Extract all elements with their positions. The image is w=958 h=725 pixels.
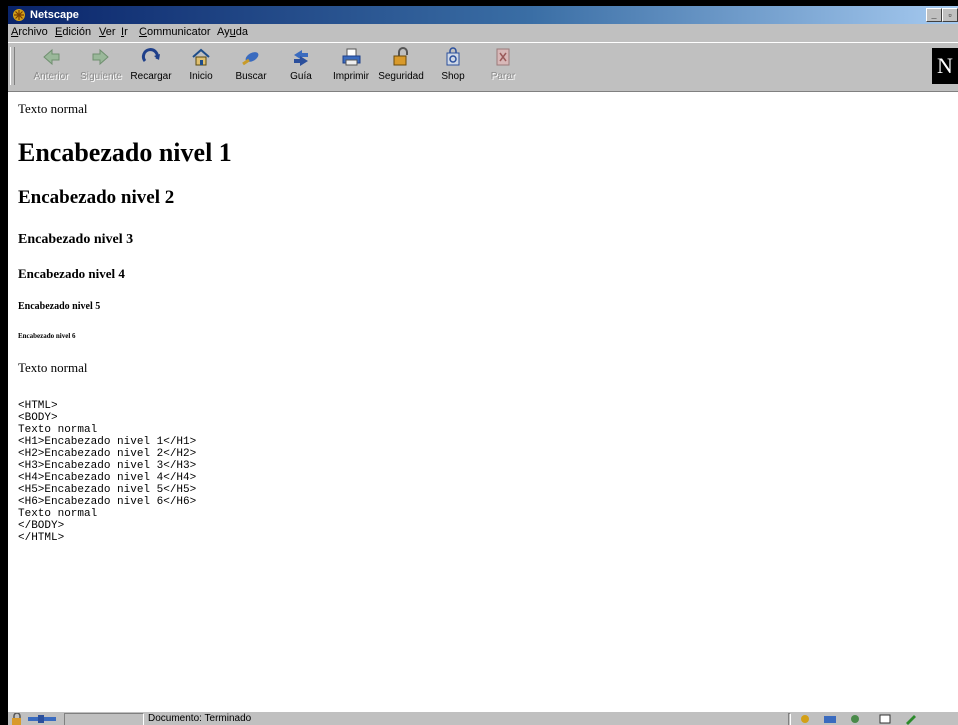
menu-edicion[interactable]: Edición — [55, 26, 91, 39]
heading-level-5: Encabezado nivel 5 — [18, 301, 101, 312]
menu-communicator[interactable]: Communicator — [139, 26, 211, 39]
home-button[interactable]: Inicio — [176, 47, 226, 87]
window-title: Netscape — [30, 9, 79, 21]
security-button[interactable]: Seguridad — [376, 47, 426, 87]
lock-icon — [393, 47, 408, 66]
back-arrow-icon — [43, 48, 60, 66]
navigator-icon[interactable] — [798, 713, 812, 725]
reload-button[interactable]: Recargar — [126, 47, 176, 87]
printer-icon — [342, 48, 361, 66]
page-content: Texto normal Encabezado nivel 1 Encabeza… — [8, 91, 958, 712]
home-icon — [192, 48, 210, 66]
back-label: Anterior — [33, 71, 69, 82]
home-label: Inicio — [189, 71, 213, 82]
menu-archivo[interactable]: Archivo — [11, 26, 48, 39]
status-bar: Documento: Terminado — [8, 711, 958, 725]
heading-level-4: Encabezado nivel 4 — [18, 266, 125, 281]
shop-button[interactable]: Shop — [428, 47, 478, 87]
forward-arrow-icon — [92, 48, 109, 66]
status-divider — [788, 713, 791, 725]
netscape-icon — [13, 9, 25, 21]
normal-text-bottom: Texto normal — [18, 360, 88, 375]
toolbar-grip[interactable] — [10, 47, 15, 85]
stop-button[interactable]: Parar — [478, 47, 528, 87]
maximize-button[interactable]: ▫ — [942, 8, 958, 22]
heading-level-2: Encabezado nivel 2 — [18, 187, 175, 208]
reload-icon — [141, 48, 160, 62]
progress-field — [64, 713, 144, 725]
browser-window: Netscape _ ▫ Archivo Edición Ver Ir Comm… — [8, 6, 958, 725]
guide-button[interactable]: Guía — [276, 47, 326, 87]
guide-icon — [294, 50, 308, 66]
menu-bar: Archivo Edición Ver Ir Communicator Ayud… — [8, 24, 958, 41]
html-source-listing: <HTML> <BODY> Texto normal <H1>Encabezad… — [18, 400, 197, 544]
heading-level-3: Encabezado nivel 3 — [18, 232, 134, 247]
menu-ver[interactable]: Ver — [99, 26, 116, 39]
search-label: Buscar — [235, 71, 267, 82]
status-text: Documento: Terminado — [148, 713, 252, 724]
menu-ir[interactable]: Ir — [121, 26, 128, 39]
composer-icon[interactable] — [878, 713, 892, 725]
stop-label: Parar — [490, 71, 516, 82]
search-button[interactable]: Buscar — [226, 47, 276, 87]
forward-button[interactable]: Siguiente — [76, 47, 126, 87]
print-button[interactable]: Imprimir — [326, 47, 376, 87]
guide-label: Guía — [290, 71, 312, 82]
stop-icon — [496, 48, 510, 66]
netscape-logo[interactable]: N — [932, 48, 958, 84]
connection-icon — [28, 715, 56, 723]
security-label: Seguridad — [378, 71, 424, 82]
menu-ayuda[interactable]: Ayuda — [217, 26, 248, 39]
security-status-icon[interactable] — [10, 713, 24, 725]
search-icon — [242, 52, 259, 66]
title-bar: Netscape _ ▫ — [8, 6, 958, 24]
back-button[interactable]: Anterior — [26, 47, 76, 87]
reload-label: Recargar — [130, 71, 172, 82]
heading-level-1: Encabezado nivel 1 — [18, 138, 232, 167]
minimize-button[interactable]: _ — [926, 8, 942, 22]
navigation-toolbar: Anterior Siguiente Recargar Inicio Busca… — [8, 42, 958, 92]
print-label: Imprimir — [332, 71, 370, 82]
shop-icon — [446, 47, 460, 66]
mail-icon[interactable] — [823, 713, 837, 725]
shop-label: Shop — [441, 71, 465, 82]
heading-level-6: Encabezado nivel 6 — [18, 332, 76, 340]
edit-icon[interactable] — [904, 713, 918, 725]
forward-label: Siguiente — [80, 71, 122, 82]
normal-text-top: Texto normal — [18, 101, 88, 116]
newsgroups-icon[interactable] — [848, 713, 862, 725]
